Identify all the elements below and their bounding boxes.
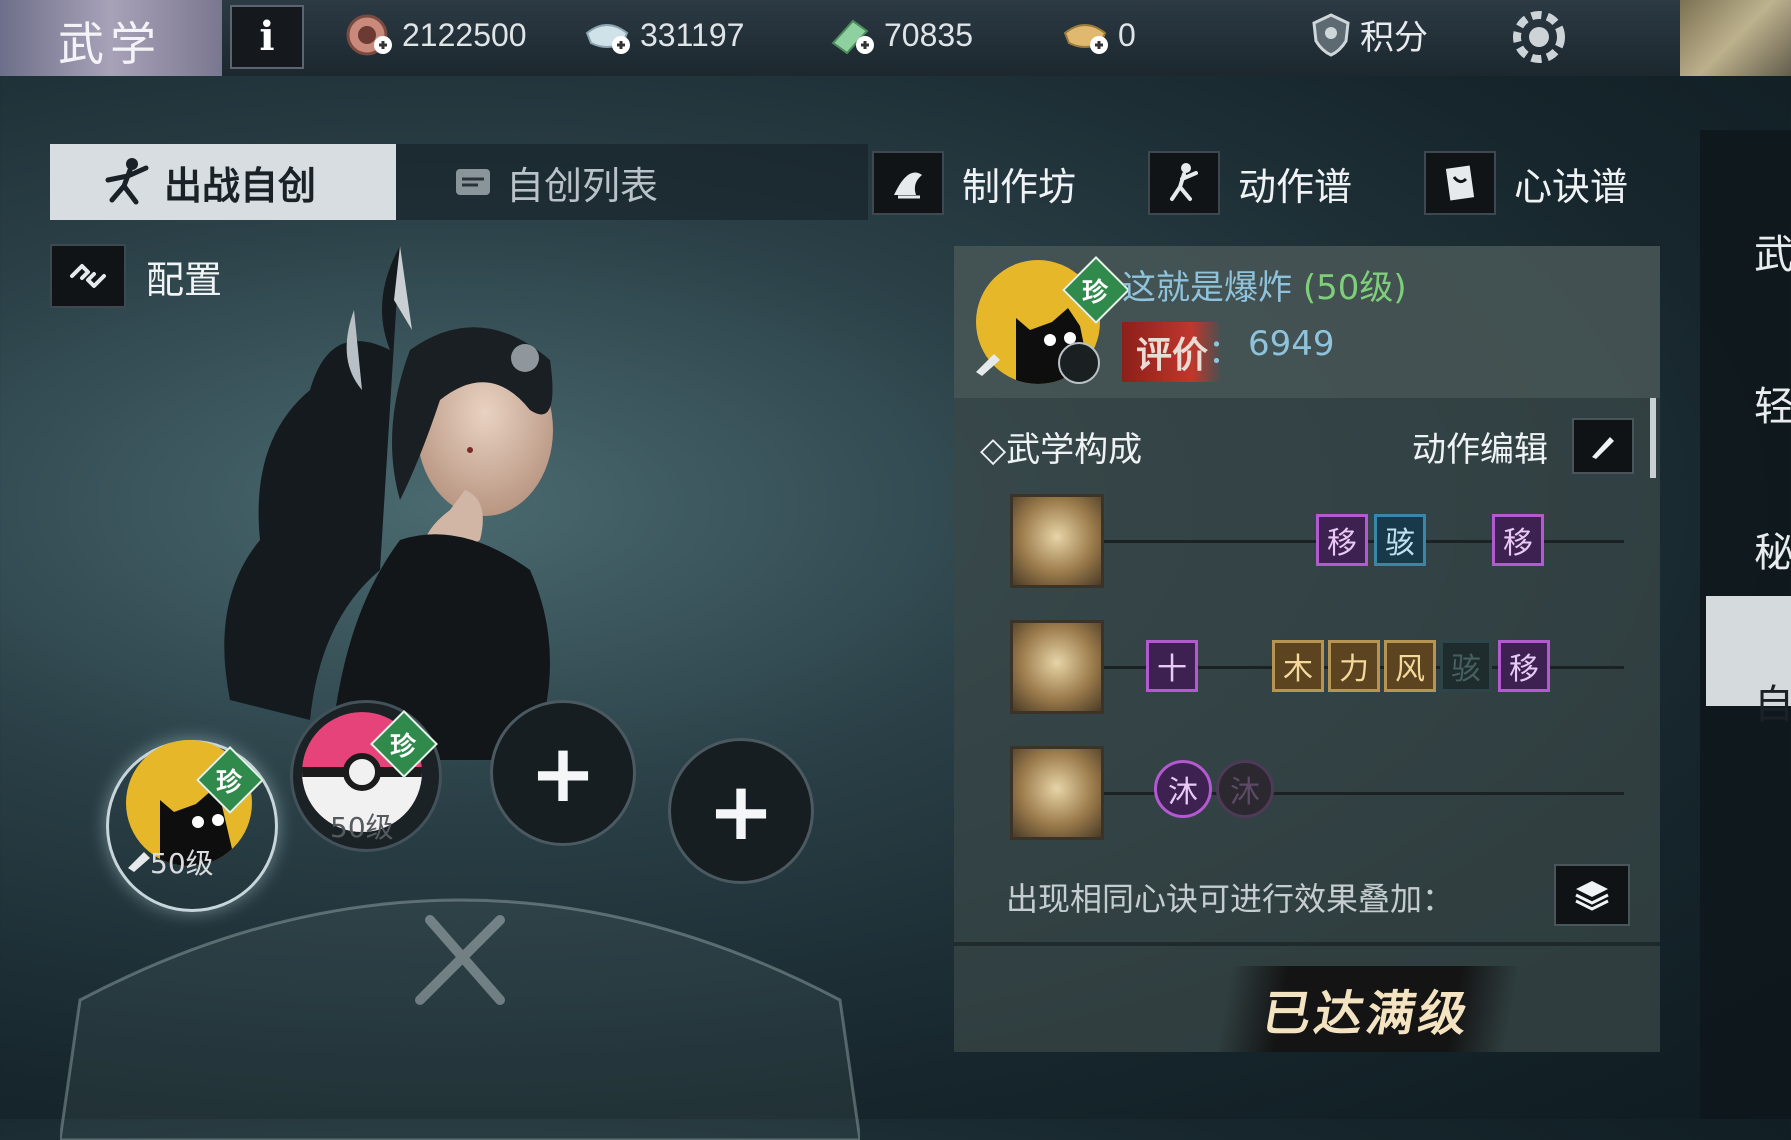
info-button[interactable]: i — [230, 5, 304, 69]
add-slot-4[interactable]: + — [668, 738, 814, 884]
skill-name-text: 这就是爆炸 — [1122, 268, 1292, 308]
currency-jade[interactable]: 70835 — [826, 12, 973, 58]
panel-divider — [954, 942, 1660, 946]
tab-list-label: 自创列表 — [506, 163, 659, 208]
stack-effect-button[interactable] — [1554, 864, 1630, 926]
layers-icon — [1575, 881, 1609, 911]
gold-ingot-icon — [1060, 12, 1112, 58]
currency-gold[interactable]: 0 — [1060, 12, 1136, 58]
mind-book-button[interactable]: 心诀谱 — [1424, 150, 1628, 216]
sidebar-item-martial[interactable]: 武 — [1754, 222, 1791, 280]
move-thumbnail[interactable] — [1010, 494, 1104, 588]
composition-title: ◇武学构成 — [980, 430, 1143, 470]
workshop-label: 制作坊 — [962, 164, 1077, 209]
edit-avatar-icon[interactable] — [1058, 342, 1100, 384]
skill-level: (50级) — [1302, 268, 1407, 308]
tag-wind[interactable]: 风 — [1384, 640, 1436, 692]
corner-ornament — [1680, 0, 1791, 76]
brush-icon — [124, 840, 156, 876]
jade-ticket-icon — [826, 12, 878, 58]
currency-coin[interactable]: 2122500 — [344, 12, 527, 58]
coin-value: 2122500 — [402, 16, 527, 53]
scrollbar[interactable] — [1650, 398, 1656, 478]
move-track-2[interactable]: 十 木 力 风 骇 移 — [1010, 620, 1630, 716]
tag-force[interactable]: 力 — [1328, 640, 1380, 692]
sidebar-item-lightness[interactable]: 轻 — [1754, 374, 1791, 432]
slot2-level: 50级 — [330, 811, 394, 844]
settings-gear-icon[interactable] — [1508, 6, 1570, 68]
mind-scroll-icon — [1424, 151, 1496, 215]
small-brush-icon — [972, 342, 1006, 380]
tab-deployed-skills[interactable]: 出战自创 — [50, 144, 396, 220]
currency-silver[interactable]: 331197 — [582, 12, 744, 58]
tab-skill-list[interactable]: 自创列表 — [396, 144, 868, 220]
action-edit-button[interactable] — [1572, 418, 1634, 474]
rating-label: 评价 — [1122, 322, 1223, 382]
skill-name: 这就是爆炸 (50级) — [1122, 260, 1407, 309]
character-portrait — [224, 246, 553, 760]
coin-icon — [344, 12, 396, 58]
tag-bathe[interactable]: 沐 — [1154, 760, 1212, 818]
points-label: 积分 — [1360, 18, 1428, 58]
panel-rare-text: 珍 — [1082, 278, 1109, 308]
skill-detail-panel: 珍 这就是爆炸 (50级) 评价 ： 6949 ◇武学构成 动作编辑 移 骇 移… — [954, 246, 1660, 1052]
stack-effect-text: 出现相同心诀可进行效果叠加： — [1006, 880, 1455, 918]
tag-bathe-dim[interactable]: 沐 — [1216, 760, 1274, 818]
silver-value: 331197 — [640, 16, 745, 53]
tag-shock[interactable]: 骇 — [1374, 514, 1426, 566]
tag-shock-dim[interactable]: 骇 — [1440, 640, 1492, 692]
action-book-button[interactable]: 动作谱 — [1148, 150, 1352, 216]
slot1-level: 50级 — [150, 847, 214, 880]
move-thumbnail[interactable] — [1010, 620, 1104, 714]
workshop-icon — [872, 151, 944, 215]
max-level-banner: 已达满级 — [1216, 966, 1520, 1052]
jade-value: 70835 — [884, 16, 973, 53]
sidebar-item-custom[interactable]: 自 — [1754, 672, 1791, 730]
sidebar-item-secret[interactable]: 秘 — [1754, 520, 1791, 578]
move-track-3[interactable]: 沐 沐 — [1010, 746, 1630, 842]
action-edit-label: 动作编辑 — [1412, 430, 1548, 470]
gold-value: 0 — [1118, 16, 1136, 53]
mind-book-label: 心诀谱 — [1514, 164, 1629, 209]
panel-header: 珍 这就是爆炸 (50级) 评价 ： 6949 — [954, 246, 1660, 398]
pen-icon — [1592, 437, 1614, 459]
tag-move[interactable]: 移 — [1316, 514, 1368, 566]
fighter-pose-icon — [105, 158, 149, 205]
points-button[interactable]: 积分 — [1310, 10, 1428, 59]
move-thumbnail[interactable] — [1010, 746, 1104, 840]
plus-icon: + — [707, 764, 775, 858]
add-slot-3[interactable]: + — [490, 700, 636, 846]
rating-value: 6949 — [1248, 324, 1335, 364]
tag-move[interactable]: 移 — [1492, 514, 1544, 566]
workshop-button[interactable]: 制作坊 — [872, 150, 1076, 216]
page-title: 武学 — [58, 17, 162, 71]
tag-wood[interactable]: 木 — [1272, 640, 1324, 692]
action-figure-icon — [1148, 151, 1220, 215]
config-link-icon — [50, 244, 126, 308]
rare-badge-text-2: 珍 — [390, 732, 417, 762]
rare-badge-text: 珍 — [216, 768, 243, 798]
tag-move[interactable]: 移 — [1498, 640, 1550, 692]
action-book-label: 动作谱 — [1238, 164, 1353, 209]
tag-ten[interactable]: 十 — [1146, 640, 1198, 692]
move-track-1[interactable]: 移 骇 移 — [1010, 494, 1630, 590]
tab-deployed-label: 出战自创 — [164, 163, 317, 208]
points-shield-icon — [1312, 12, 1350, 57]
silver-ingot-icon — [582, 12, 634, 58]
top-bar: 武学 i 2122500 331197 70835 0 积分 — [0, 0, 1791, 76]
scroll-icon — [456, 169, 490, 195]
plus-icon: + — [529, 726, 597, 820]
rating-colon: ： — [1208, 332, 1242, 372]
